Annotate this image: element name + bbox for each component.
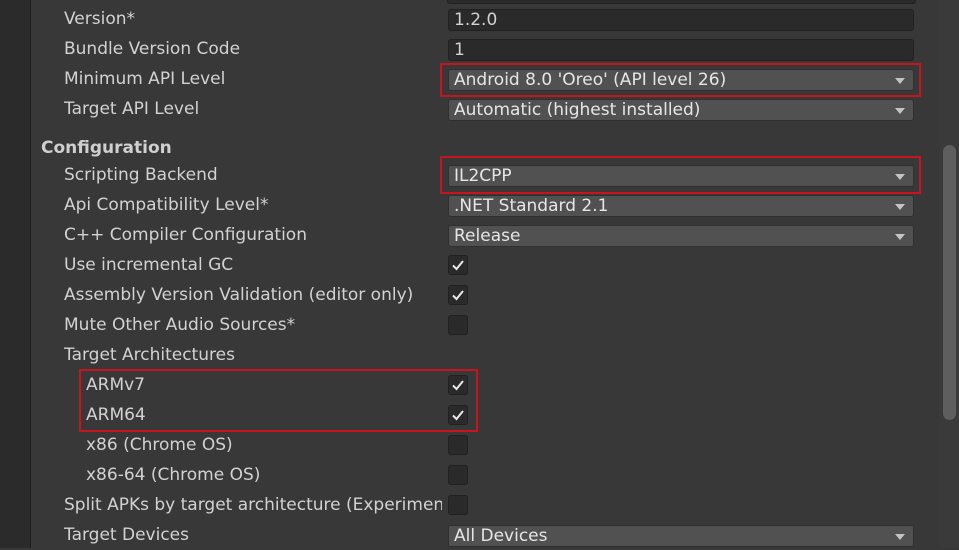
x86-checkbox[interactable] [448, 435, 468, 455]
arm64-checkbox[interactable] [448, 405, 468, 425]
x86-64-row: x86-64 (Chrome OS) [0, 460, 959, 490]
use-incremental-gc-label: Use incremental GC [64, 255, 234, 275]
minimum-api-level-value: Android 8.0 'Oreo' (API level 26) [454, 70, 727, 90]
arm64-row: ARM64 [0, 400, 959, 430]
x86-64-checkbox[interactable] [448, 465, 468, 485]
api-compatibility-level-row: Api Compatibility Level* .NET Standard 2… [0, 190, 959, 220]
minimum-api-level-dropdown[interactable]: Android 8.0 'Oreo' (API level 26) [448, 69, 914, 91]
split-apks-label: Split APKs by target architecture (Exper… [64, 495, 442, 515]
cpp-compiler-configuration-row: C++ Compiler Configuration Release [0, 220, 959, 250]
scripting-backend-dropdown[interactable]: IL2CPP [448, 165, 914, 187]
chevron-down-icon [895, 534, 905, 540]
mute-other-audio-sources-checkbox[interactable] [448, 315, 468, 335]
armv7-checkbox[interactable] [448, 375, 468, 395]
chevron-down-icon [895, 234, 905, 240]
target-api-level-dropdown[interactable]: Automatic (highest installed) [448, 99, 914, 121]
armv7-row: ARMv7 [0, 370, 959, 400]
api-compatibility-level-value: .NET Standard 2.1 [454, 196, 609, 216]
scripting-backend-row: Scripting Backend IL2CPP [0, 160, 959, 190]
target-devices-row: Target Devices All Devices [0, 520, 959, 550]
split-apks-row: Split APKs by target architecture (Exper… [0, 490, 959, 520]
target-api-level-value: Automatic (highest installed) [454, 100, 701, 120]
cpp-compiler-configuration-value: Release [454, 226, 521, 246]
checkmark-icon [452, 380, 464, 391]
target-devices-label: Target Devices [64, 525, 189, 545]
x86-row: x86 (Chrome OS) [0, 430, 959, 460]
bundle-version-code-label: Bundle Version Code [64, 39, 241, 59]
target-architectures-label: Target Architectures [64, 345, 235, 365]
scrollbar-thumb[interactable] [943, 145, 956, 420]
x86-label: x86 (Chrome OS) [86, 435, 233, 455]
version-label: Version* [64, 9, 136, 29]
target-architectures-row: Target Architectures [0, 340, 959, 370]
scripting-backend-value: IL2CPP [454, 166, 512, 186]
x86-64-label: x86-64 (Chrome OS) [86, 465, 261, 485]
assembly-version-validation-checkbox[interactable] [448, 285, 468, 305]
target-api-level-row: Target API Level Automatic (highest inst… [0, 94, 959, 124]
scripting-backend-label: Scripting Backend [64, 165, 218, 185]
armv7-label: ARMv7 [86, 375, 145, 395]
chevron-down-icon [895, 108, 905, 114]
checkmark-icon [452, 410, 464, 421]
cpp-compiler-configuration-dropdown[interactable]: Release [448, 225, 914, 247]
use-incremental-gc-row: Use incremental GC [0, 250, 959, 280]
configuration-header[interactable]: Configuration [41, 133, 172, 163]
split-apks-checkbox[interactable] [448, 495, 468, 515]
api-compatibility-level-label: Api Compatibility Level* [64, 195, 269, 215]
mute-other-audio-sources-row: Mute Other Audio Sources* [0, 310, 959, 340]
chevron-down-icon [895, 174, 905, 180]
version-field[interactable]: 1.2.0 [448, 9, 914, 31]
cpp-compiler-configuration-label: C++ Compiler Configuration [64, 225, 307, 245]
bundle-version-code-row: Bundle Version Code 1 [0, 34, 959, 64]
version-row: Version* 1.2.0 [0, 4, 959, 34]
target-devices-dropdown[interactable]: All Devices [448, 525, 914, 547]
assembly-version-validation-label: Assembly Version Validation (editor only… [64, 285, 414, 305]
minimum-api-level-label: Minimum API Level [64, 69, 226, 89]
arm64-label: ARM64 [86, 405, 146, 425]
chevron-down-icon [895, 204, 905, 210]
target-api-level-label: Target API Level [64, 99, 200, 119]
checkmark-icon [452, 290, 464, 301]
chevron-down-icon [895, 78, 905, 84]
assembly-version-validation-row: Assembly Version Validation (editor only… [0, 280, 959, 310]
target-devices-value: All Devices [454, 526, 548, 546]
mute-other-audio-sources-label: Mute Other Audio Sources* [64, 315, 296, 335]
checkmark-icon [452, 260, 464, 271]
use-incremental-gc-checkbox[interactable] [448, 255, 468, 275]
bundle-version-code-field[interactable]: 1 [448, 39, 914, 61]
api-compatibility-level-dropdown[interactable]: .NET Standard 2.1 [448, 195, 914, 217]
minimum-api-level-row: Minimum API Level Android 8.0 'Oreo' (AP… [0, 64, 959, 94]
